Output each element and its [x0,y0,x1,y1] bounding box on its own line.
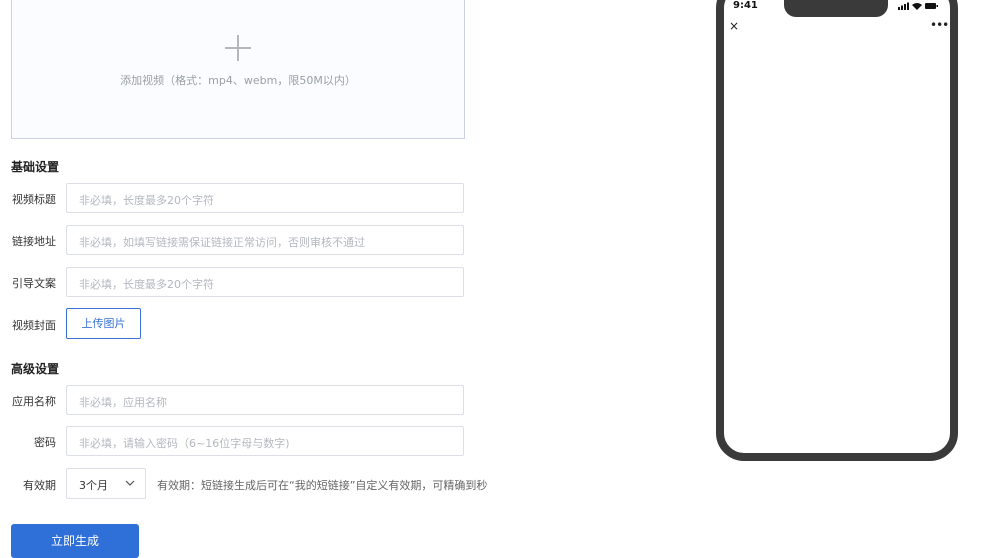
link-placeholder: 非必填，如填写链接需保证链接正常访问，否则审核不通过 [79,236,365,249]
label-link: 链接地址 [12,235,56,248]
phone-preview [716,0,958,461]
label-validity: 有效期 [23,479,56,492]
app-name-placeholder: 非必填，应用名称 [79,396,167,409]
label-password: 密码 [34,436,56,449]
label-cover: 视频封面 [12,319,56,332]
video-title-input[interactable]: 非必填，长度最多20个字符 [66,183,464,213]
validity-selected: 3个月 [79,479,108,492]
password-placeholder: 非必填，请输入密码（6~16位字母与数字) [79,437,290,450]
app-name-input[interactable]: 非必填，应用名称 [66,385,464,415]
chevron-down-icon [125,480,135,486]
label-video-title: 视频标题 [12,193,56,206]
phone-notch [784,0,888,17]
close-icon[interactable]: × [729,19,739,33]
section-title-advanced: 高级设置 [11,362,60,376]
password-input[interactable]: 非必填，请输入密码（6~16位字母与数字) [66,426,464,456]
status-icons [898,2,938,10]
upload-cover-button[interactable]: 上传图片 [66,308,141,339]
generate-button[interactable]: 立即生成 [11,524,139,558]
plus-icon [225,35,251,61]
validity-hint: 有效期：短链接生成后可在“我的短链接”自定义有效期，可精确到秒 [157,479,488,492]
battery-icon [925,3,936,9]
more-icon[interactable]: ••• [930,18,949,32]
guide-text-input[interactable]: 非必填，长度最多20个字符 [66,267,464,297]
validity-select[interactable]: 3个月 [66,468,146,499]
label-guide-text: 引导文案 [12,277,56,290]
status-time: 9:41 [733,0,758,11]
video-title-placeholder: 非必填，长度最多20个字符 [79,194,214,207]
wifi-icon [912,3,922,10]
section-title-basic: 基础设置 [11,160,60,174]
link-input[interactable]: 非必填，如填写链接需保证链接正常访问，否则审核不通过 [66,225,464,255]
label-app-name: 应用名称 [12,395,56,408]
upload-hint: 添加视频（格式：mp4、webm，限50M以内） [120,74,356,87]
video-upload-area[interactable]: 添加视频（格式：mp4、webm，限50M以内） [11,0,465,139]
guide-text-placeholder: 非必填，长度最多20个字符 [79,278,214,291]
